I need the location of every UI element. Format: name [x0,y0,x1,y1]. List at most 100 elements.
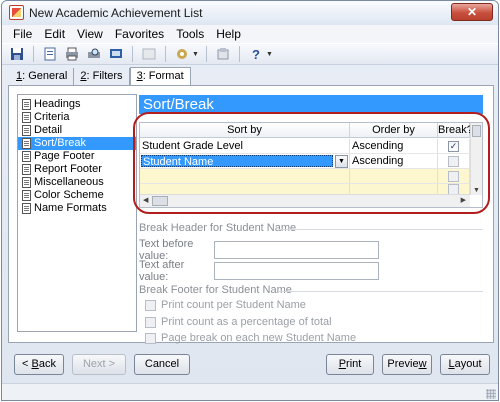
page-break-option[interactable]: Page break on each new Student Name [145,332,356,344]
nav-item-headings[interactable]: Headings [18,98,136,111]
page-break-label: Page break on each new Student Name [161,332,357,344]
export-icon[interactable] [107,45,125,63]
header-break[interactable]: Break? [438,123,473,137]
text-before-input[interactable] [214,241,379,259]
cell-order-by[interactable] [350,169,438,183]
break-checkbox[interactable] [448,184,459,194]
print-percentage-option[interactable]: Print count as a percentage of total [145,316,332,328]
table-row[interactable] [140,169,470,184]
document-icon [22,203,31,214]
toolbar-separator [132,46,133,62]
cell-sort-by[interactable] [140,184,350,194]
document-icon [22,138,31,149]
nav-item-criteria[interactable]: Criteria [18,111,136,124]
cell-sort-by[interactable] [140,169,350,183]
page-break-checkbox[interactable] [145,332,156,344]
scrollbar-thumb[interactable] [472,125,481,137]
tab-general[interactable]: 1: General [10,68,75,85]
document-icon [22,151,31,162]
dialog-buttons: < Back Next > Cancel Print Preview Layou… [8,349,494,379]
grid-vertical-scrollbar[interactable]: ▼ [470,123,482,195]
chevron-down-icon[interactable]: ▼ [192,51,199,58]
menu-file[interactable]: File [8,27,39,41]
divider [279,229,483,230]
divider [279,291,483,292]
break-checkbox[interactable] [448,155,459,167]
toolbar-separator [165,46,166,62]
sort-by-dropdown-value[interactable]: Student Name [141,155,333,168]
back-button[interactable]: < Back [14,354,64,375]
print-button[interactable]: Print [326,354,374,375]
layout-button[interactable]: Layout [440,354,490,375]
next-button[interactable]: Next > [72,354,126,375]
tab-filters[interactable]: 2: Filters [74,68,130,85]
print-count-label: Print count per Student Name [161,299,306,311]
print-count-checkbox[interactable] [145,299,156,311]
break-checkbox[interactable]: ✓ [448,140,459,152]
header-sort-by[interactable]: Sort by [140,123,350,137]
print-icon[interactable] [63,45,81,63]
filter-icon[interactable] [173,45,191,63]
report-icon[interactable] [214,45,232,63]
table-row[interactable]: Student Grade Level Ascending ✓ [140,139,470,154]
nav-item-name-formats[interactable]: Name Formats [18,202,136,215]
menu-tools[interactable]: Tools [171,27,211,41]
section-title: Sort/Break [139,95,483,114]
document-icon [22,164,31,175]
scroll-left-icon[interactable]: ◀ [143,196,148,204]
format-section-list[interactable]: Headings Criteria Detail Sort/Break Page… [17,94,137,332]
nav-item-page-footer[interactable]: Page Footer [18,150,136,163]
scroll-right-icon[interactable]: ▶ [461,196,466,204]
table-row[interactable]: Student Name ▼ Ascending [140,154,470,169]
toolbar-separator [238,46,240,62]
cell-sort-by[interactable]: Student Grade Level [140,139,350,153]
print-count-option[interactable]: Print count per Student Name [145,299,306,311]
title-bar: New Academic Achievement List ✕ [2,1,498,25]
nav-item-miscellaneous[interactable]: Miscellaneous [18,176,136,189]
image-icon [140,45,158,63]
cell-break [438,169,470,183]
print-preview-icon[interactable] [85,45,103,63]
menu-edit[interactable]: Edit [39,27,72,41]
nav-item-color-scheme[interactable]: Color Scheme [18,189,136,202]
format-panel: Headings Criteria Detail Sort/Break Page… [8,85,494,344]
scrollbar-thumb[interactable] [152,196,168,206]
nav-item-report-footer[interactable]: Report Footer [18,163,136,176]
text-after-label: Text after value: [139,259,185,283]
preview-button[interactable]: Preview [382,354,432,375]
chevron-down-icon[interactable]: ▼ [266,51,273,58]
save-icon[interactable] [8,45,26,63]
scroll-down-icon[interactable]: ▼ [473,187,480,194]
cell-break [438,154,470,168]
menu-view[interactable]: View [72,27,110,41]
nav-item-sort-break[interactable]: Sort/Break [18,137,136,150]
document-icon [22,112,31,123]
menu-help[interactable]: Help [211,27,248,41]
cell-order-by[interactable]: Ascending [350,139,438,153]
tab-format[interactable]: 3: Format [129,67,191,86]
resize-grip-icon[interactable] [486,389,496,399]
toolbar-separator [33,46,34,62]
chevron-down-icon[interactable]: ▼ [335,155,348,168]
grid-header: Sort by Order by Break? [140,123,473,138]
tab-strip: 1: General 2: Filters 3: Format [10,67,191,86]
grid-horizontal-scrollbar[interactable]: ◀ ▶ [140,194,470,207]
close-button[interactable]: ✕ [451,3,493,21]
new-icon[interactable] [41,45,59,63]
cell-order-by[interactable]: Ascending [350,154,438,168]
sort-by-dropdown[interactable]: Student Name ▼ [140,154,350,168]
print-percentage-checkbox[interactable] [145,316,156,328]
break-checkbox[interactable] [448,170,459,182]
text-after-input[interactable] [214,262,379,280]
cell-break: ✓ [438,139,470,153]
window-title: New Academic Achievement List [29,6,203,20]
text-after-row: Text after value: [139,259,379,283]
nav-item-detail[interactable]: Detail [18,124,136,137]
help-icon[interactable]: ? [247,45,265,63]
header-order-by[interactable]: Order by [350,123,438,137]
app-window: New Academic Achievement List ✕ File Edi… [1,0,499,401]
cell-order-by[interactable] [350,184,438,194]
cancel-button[interactable]: Cancel [134,354,190,375]
document-icon [22,177,31,188]
menu-favorites[interactable]: Favorites [110,27,171,41]
